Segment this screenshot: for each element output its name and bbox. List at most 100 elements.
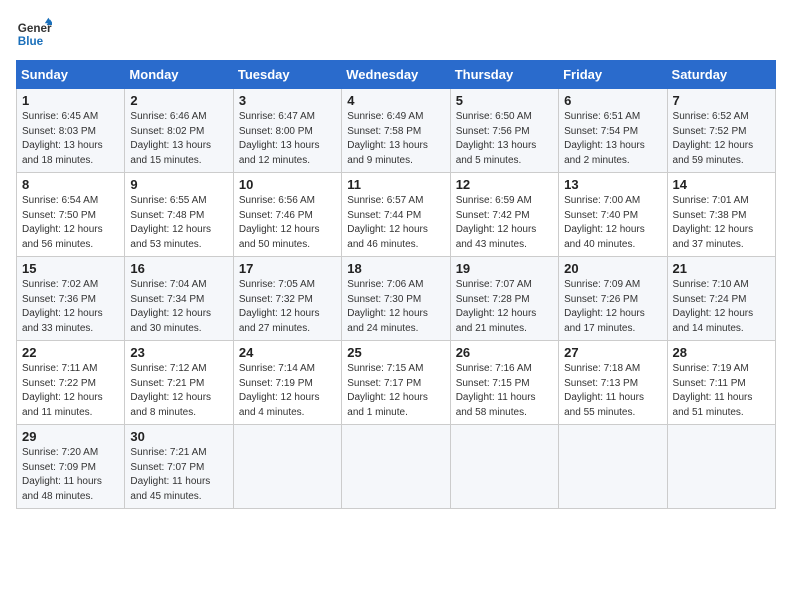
- calendar-cell: 14Sunrise: 7:01 AMSunset: 7:38 PMDayligh…: [667, 173, 775, 257]
- day-info: Sunrise: 6:46 AMSunset: 8:02 PMDaylight:…: [130, 110, 227, 168]
- day-info: Sunrise: 7:10 AMSunset: 7:24 PMDaylight:…: [673, 278, 770, 336]
- day-number: 27: [564, 345, 661, 360]
- day-info: Sunrise: 7:19 AMSunset: 7:11 PMDaylight:…: [673, 362, 770, 420]
- calendar-cell: 8 Sunrise: 6:54 AMSunset: 7:50 PMDaylight…: [17, 173, 125, 257]
- day-number: 12: [456, 177, 553, 192]
- calendar-cell: 10 Sunrise: 6:56 AMSunset: 7:46 PMDayligh…: [233, 173, 341, 257]
- day-info: Sunrise: 6:47 AMSunset: 8:00 PMDaylight:…: [239, 110, 336, 168]
- day-info: Sunrise: 6:59 AMSunset: 7:42 PMDaylight:…: [456, 194, 553, 252]
- day-info: Sunrise: 6:57 AMSunset: 7:44 PMDaylight:…: [347, 194, 444, 252]
- header-cell-tuesday: Tuesday: [233, 61, 341, 89]
- day-number: 3: [239, 93, 336, 108]
- header-cell-friday: Friday: [559, 61, 667, 89]
- calendar-week-0: 1Sunrise: 6:45 AMSunset: 8:03 PMDaylight…: [17, 89, 776, 173]
- day-number: 22: [22, 345, 119, 360]
- day-info: Sunrise: 7:07 AMSunset: 7:28 PMDaylight:…: [456, 278, 553, 336]
- calendar-cell: 11Sunrise: 6:57 AMSunset: 7:44 PMDayligh…: [342, 173, 450, 257]
- calendar-cell: 19 Sunrise: 7:07 AMSunset: 7:28 PMDayligh…: [450, 257, 558, 341]
- calendar-cell: 3 Sunrise: 6:47 AMSunset: 8:00 PMDaylight…: [233, 89, 341, 173]
- logo: General Blue: [16, 16, 56, 52]
- day-info: Sunrise: 7:04 AMSunset: 7:34 PMDaylight:…: [130, 278, 227, 336]
- calendar-cell: 27 Sunrise: 7:18 AMSunset: 7:13 PMDayligh…: [559, 341, 667, 425]
- calendar-cell: [233, 425, 341, 509]
- day-info: Sunrise: 7:21 AMSunset: 7:07 PMDaylight:…: [130, 446, 227, 504]
- calendar-cell: 25 Sunrise: 7:15 AMSunset: 7:17 PMDayligh…: [342, 341, 450, 425]
- calendar-cell: 16 Sunrise: 7:04 AMSunset: 7:34 PMDayligh…: [125, 257, 233, 341]
- calendar-cell: 28 Sunrise: 7:19 AMSunset: 7:11 PMDayligh…: [667, 341, 775, 425]
- day-info: Sunrise: 7:09 AMSunset: 7:26 PMDaylight:…: [564, 278, 661, 336]
- svg-text:Blue: Blue: [18, 35, 44, 48]
- day-info: Sunrise: 6:52 AMSunset: 7:52 PMDaylight:…: [673, 110, 770, 168]
- day-info: Sunrise: 6:55 AMSunset: 7:48 PMDaylight:…: [130, 194, 227, 252]
- calendar-cell: 12 Sunrise: 6:59 AMSunset: 7:42 PMDayligh…: [450, 173, 558, 257]
- day-number: 6: [564, 93, 661, 108]
- calendar-cell: 13Sunrise: 7:00 AMSunset: 7:40 PMDayligh…: [559, 173, 667, 257]
- calendar-cell: [342, 425, 450, 509]
- calendar-cell: 22 Sunrise: 7:11 AMSunset: 7:22 PMDayligh…: [17, 341, 125, 425]
- calendar-cell: 30 Sunrise: 7:21 AMSunset: 7:07 PMDayligh…: [125, 425, 233, 509]
- calendar-cell: 20 Sunrise: 7:09 AMSunset: 7:26 PMDayligh…: [559, 257, 667, 341]
- header-cell-saturday: Saturday: [667, 61, 775, 89]
- day-info: Sunrise: 7:12 AMSunset: 7:21 PMDaylight:…: [130, 362, 227, 420]
- day-number: 30: [130, 429, 227, 444]
- day-info: Sunrise: 6:51 AMSunset: 7:54 PMDaylight:…: [564, 110, 661, 168]
- day-info: Sunrise: 6:50 AMSunset: 7:56 PMDaylight:…: [456, 110, 553, 168]
- calendar-week-2: 15 Sunrise: 7:02 AMSunset: 7:36 PMDayligh…: [17, 257, 776, 341]
- calendar-cell: 21 Sunrise: 7:10 AMSunset: 7:24 PMDayligh…: [667, 257, 775, 341]
- calendar-body: 1Sunrise: 6:45 AMSunset: 8:03 PMDaylight…: [17, 89, 776, 509]
- day-number: 18: [347, 261, 444, 276]
- calendar-cell: 24Sunrise: 7:14 AMSunset: 7:19 PMDayligh…: [233, 341, 341, 425]
- day-number: 23: [130, 345, 227, 360]
- calendar-week-3: 22 Sunrise: 7:11 AMSunset: 7:22 PMDayligh…: [17, 341, 776, 425]
- logo-icon: General Blue: [16, 16, 52, 52]
- calendar-week-1: 8 Sunrise: 6:54 AMSunset: 7:50 PMDaylight…: [17, 173, 776, 257]
- day-info: Sunrise: 6:49 AMSunset: 7:58 PMDaylight:…: [347, 110, 444, 168]
- calendar-table: SundayMondayTuesdayWednesdayThursdayFrid…: [16, 60, 776, 509]
- header-row: SundayMondayTuesdayWednesdayThursdayFrid…: [17, 61, 776, 89]
- header-cell-monday: Monday: [125, 61, 233, 89]
- day-number: 24: [239, 345, 336, 360]
- calendar-cell: 15 Sunrise: 7:02 AMSunset: 7:36 PMDayligh…: [17, 257, 125, 341]
- day-number: 20: [564, 261, 661, 276]
- header: General Blue: [16, 16, 776, 52]
- calendar-cell: 18Sunrise: 7:06 AMSunset: 7:30 PMDayligh…: [342, 257, 450, 341]
- day-number: 28: [673, 345, 770, 360]
- day-number: 8: [22, 177, 119, 192]
- day-number: 10: [239, 177, 336, 192]
- day-number: 14: [673, 177, 770, 192]
- calendar-cell: 7 Sunrise: 6:52 AMSunset: 7:52 PMDaylight…: [667, 89, 775, 173]
- day-info: Sunrise: 7:00 AMSunset: 7:40 PMDaylight:…: [564, 194, 661, 252]
- calendar-cell: [667, 425, 775, 509]
- header-cell-thursday: Thursday: [450, 61, 558, 89]
- day-info: Sunrise: 7:18 AMSunset: 7:13 PMDaylight:…: [564, 362, 661, 420]
- day-number: 1: [22, 93, 119, 108]
- calendar-cell: [450, 425, 558, 509]
- svg-text:General: General: [18, 22, 52, 35]
- day-info: Sunrise: 7:16 AMSunset: 7:15 PMDaylight:…: [456, 362, 553, 420]
- calendar-cell: 4 Sunrise: 6:49 AMSunset: 7:58 PMDaylight…: [342, 89, 450, 173]
- day-number: 15: [22, 261, 119, 276]
- day-info: Sunrise: 7:05 AMSunset: 7:32 PMDaylight:…: [239, 278, 336, 336]
- day-number: 21: [673, 261, 770, 276]
- calendar-cell: 1Sunrise: 6:45 AMSunset: 8:03 PMDaylight…: [17, 89, 125, 173]
- day-info: Sunrise: 7:15 AMSunset: 7:17 PMDaylight:…: [347, 362, 444, 420]
- day-number: 4: [347, 93, 444, 108]
- day-number: 7: [673, 93, 770, 108]
- calendar-cell: 2 Sunrise: 6:46 AMSunset: 8:02 PMDaylight…: [125, 89, 233, 173]
- day-number: 17: [239, 261, 336, 276]
- calendar-cell: 26 Sunrise: 7:16 AMSunset: 7:15 PMDayligh…: [450, 341, 558, 425]
- day-info: Sunrise: 7:11 AMSunset: 7:22 PMDaylight:…: [22, 362, 119, 420]
- day-number: 26: [456, 345, 553, 360]
- calendar-header: SundayMondayTuesdayWednesdayThursdayFrid…: [17, 61, 776, 89]
- calendar-cell: 5 Sunrise: 6:50 AMSunset: 7:56 PMDaylight…: [450, 89, 558, 173]
- day-info: Sunrise: 7:02 AMSunset: 7:36 PMDaylight:…: [22, 278, 119, 336]
- header-cell-wednesday: Wednesday: [342, 61, 450, 89]
- day-info: Sunrise: 6:54 AMSunset: 7:50 PMDaylight:…: [22, 194, 119, 252]
- day-number: 19: [456, 261, 553, 276]
- calendar-week-4: 29Sunrise: 7:20 AMSunset: 7:09 PMDayligh…: [17, 425, 776, 509]
- day-number: 2: [130, 93, 227, 108]
- day-number: 25: [347, 345, 444, 360]
- day-number: 16: [130, 261, 227, 276]
- day-number: 5: [456, 93, 553, 108]
- day-info: Sunrise: 6:56 AMSunset: 7:46 PMDaylight:…: [239, 194, 336, 252]
